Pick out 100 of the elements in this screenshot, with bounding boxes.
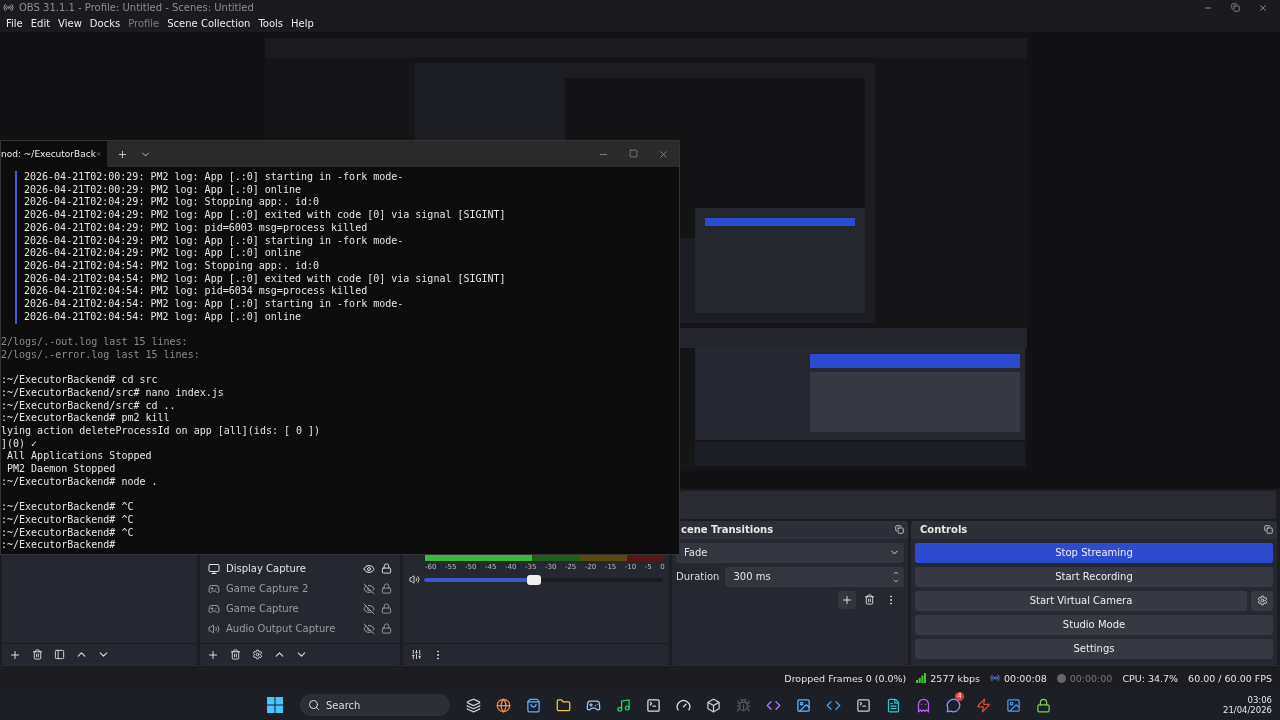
- menu-item[interactable]: Edit: [26, 18, 55, 30]
- panel-icon[interactable]: [53, 649, 65, 661]
- float-icon[interactable]: [895, 525, 904, 535]
- menu-item[interactable]: Help: [287, 18, 318, 30]
- lock-icon[interactable]: [381, 583, 392, 595]
- terminal-line: :~/ExecutorBackend# ^C: [1, 513, 134, 525]
- terminal-line: 2026-04-21T02:04:54: PM2 log: App [.:0] starting in -fork mode-: [24, 298, 404, 310]
- control-button[interactable]: Studio Mode: [915, 614, 1273, 635]
- eye-off-icon[interactable]: [363, 622, 375, 635]
- terminal-line: :~/ExecutorBackend/src# nano index.js: [1, 386, 224, 398]
- globe-icon[interactable]: [495, 697, 511, 713]
- terminal-line: 2/logs/.-out.log last 15 lines:: [1, 336, 188, 348]
- terminal-line: :~/ExecutorBackend# pm2 kill: [1, 412, 170, 424]
- lock-icon[interactable]: [381, 603, 392, 615]
- control-button[interactable]: Start Recording: [915, 566, 1273, 587]
- terminal-line: PM2 Daemon Stopped: [6, 463, 116, 475]
- search-field[interactable]: Search: [300, 694, 450, 717]
- fps: 60.00 / 60.00 FPS: [1188, 672, 1272, 684]
- folder-icon[interactable]: [555, 697, 571, 713]
- restore-icon[interactable]: [1231, 2, 1240, 12]
- source-item[interactable]: Game Capture: [200, 598, 400, 619]
- terminal-icon[interactable]: [855, 697, 871, 713]
- gamepad-icon: [208, 582, 220, 595]
- settings-icon[interactable]: [251, 649, 263, 661]
- windows-start-icon[interactable]: [267, 697, 283, 714]
- volume-slider[interactable]: [424, 577, 663, 582]
- image-icon[interactable]: [795, 697, 811, 713]
- gamepad-icon[interactable]: [585, 697, 601, 713]
- duration-field[interactable]: 300 ms: [725, 566, 904, 587]
- terminal-icon[interactable]: [645, 697, 661, 713]
- terminal-line: 2026-04-21T02:00:29: PM2 log: App [.:0] online: [24, 183, 301, 195]
- source-item[interactable]: Display Capture: [200, 558, 400, 579]
- ghost-icon[interactable]: [915, 697, 931, 713]
- lock-icon[interactable]: [381, 563, 392, 575]
- broadcast-icon: [990, 673, 1001, 684]
- terminal-line: lying action deleteProcessId on app [all](ids: [ 0 ]): [1, 425, 321, 437]
- control-button[interactable]: Stop Streaming: [915, 542, 1273, 563]
- lock-icon[interactable]: [1035, 697, 1051, 713]
- record-dot-icon: [1056, 673, 1066, 683]
- terminal-line: :~/ExecutorBackend# cd src: [1, 374, 158, 386]
- new-tab-icon[interactable]: [117, 148, 128, 160]
- chat-icon[interactable]: [945, 697, 961, 713]
- plus-icon[interactable]: [207, 648, 219, 661]
- terminal-line: 2026-04-21T02:04:29: PM2 log: App [.:0] exited with code [0] via signal [SIGINT]: [24, 209, 506, 221]
- terminal-line: :~/ExecutorBackend#: [1, 539, 116, 551]
- menu-item[interactable]: File: [2, 18, 27, 30]
- control-button[interactable]: Start Virtual Camera: [915, 590, 1247, 611]
- gauge-icon[interactable]: [675, 697, 691, 713]
- terminal-line: :~/ExecutorBackend/src# cd ..: [1, 399, 176, 411]
- close-icon[interactable]: [95, 149, 101, 159]
- terminal-line: 2026-04-21T02:04:29: PM2 log: App [.:0] online: [24, 247, 301, 259]
- settings-button[interactable]: [1251, 590, 1273, 611]
- lock-icon[interactable]: [381, 623, 392, 635]
- music-icon[interactable]: [615, 697, 631, 713]
- record-time: 00:00:00: [1069, 672, 1113, 684]
- speaker-icon[interactable]: [409, 574, 420, 586]
- trash-icon[interactable]: [863, 594, 875, 606]
- terminal-line: ](0) ✓: [1, 437, 38, 449]
- document-icon[interactable]: [885, 697, 901, 713]
- slider-thumb[interactable]: [526, 574, 541, 585]
- search-icon: [308, 699, 320, 712]
- sliders-icon[interactable]: [410, 649, 422, 661]
- menu-item[interactable]: Docks: [85, 18, 125, 30]
- source-item[interactable]: Game Capture 2: [200, 578, 400, 599]
- menu-item[interactable]: View: [54, 18, 86, 30]
- terminal-line: 2026-04-21T02:04:54: PM2 log: pid=6034 msg=process killed: [24, 285, 368, 297]
- terminal-line: 2026-04-21T02:04:54: PM2 log: Stopping app:. id:0: [24, 259, 319, 271]
- trash-icon[interactable]: [31, 649, 43, 661]
- eye-icon[interactable]: [363, 562, 375, 575]
- dropped-frames: Dropped Frames 0 (0.0%): [784, 672, 907, 684]
- plus-icon[interactable]: [9, 648, 21, 661]
- cpu-usage: CPU: 34.7%: [1122, 672, 1179, 684]
- terminal-line: :~/ExecutorBackend# node .: [1, 475, 158, 487]
- terminal-line: 2026-04-21T02:00:29: PM2 log: App [.:0] starting in -fork mode-: [24, 171, 404, 182]
- menu-item[interactable]: Scene Collection: [163, 18, 255, 30]
- speaker-icon: [208, 622, 220, 635]
- image-icon[interactable]: [1005, 697, 1021, 713]
- transition-dropdown[interactable]: Fade: [676, 542, 904, 563]
- gamepad-icon: [208, 602, 220, 615]
- terminal-line: :~/ExecutorBackend# ^C: [1, 526, 134, 538]
- add-button[interactable]: [838, 590, 856, 609]
- source-item[interactable]: Audio Output Capture: [200, 618, 400, 639]
- monitor-icon: [208, 562, 220, 575]
- shopping-bag-icon[interactable]: [525, 697, 541, 713]
- eye-off-icon[interactable]: [363, 582, 375, 595]
- terminal-line: 2/logs/.-error.log last 15 lines:: [1, 348, 200, 360]
- menu-item[interactable]: Tools: [254, 18, 288, 30]
- panel-title: Controls: [920, 524, 968, 536]
- clock-date: 21/04/2026: [1223, 705, 1272, 716]
- layers-icon[interactable]: [465, 697, 481, 713]
- control-button[interactable]: Settings: [915, 638, 1273, 659]
- zap-icon[interactable]: [975, 697, 991, 713]
- close-icon[interactable]: [1258, 2, 1268, 13]
- terminal-tab[interactable]: nod: ~/ExecutorBack: [1, 141, 107, 167]
- eye-off-icon[interactable]: [363, 602, 375, 615]
- box-icon[interactable]: [705, 697, 721, 713]
- float-icon[interactable]: [1264, 525, 1273, 535]
- plus-icon: [841, 593, 853, 606]
- trash-icon[interactable]: [229, 649, 241, 661]
- close-icon[interactable]: [658, 148, 669, 160]
